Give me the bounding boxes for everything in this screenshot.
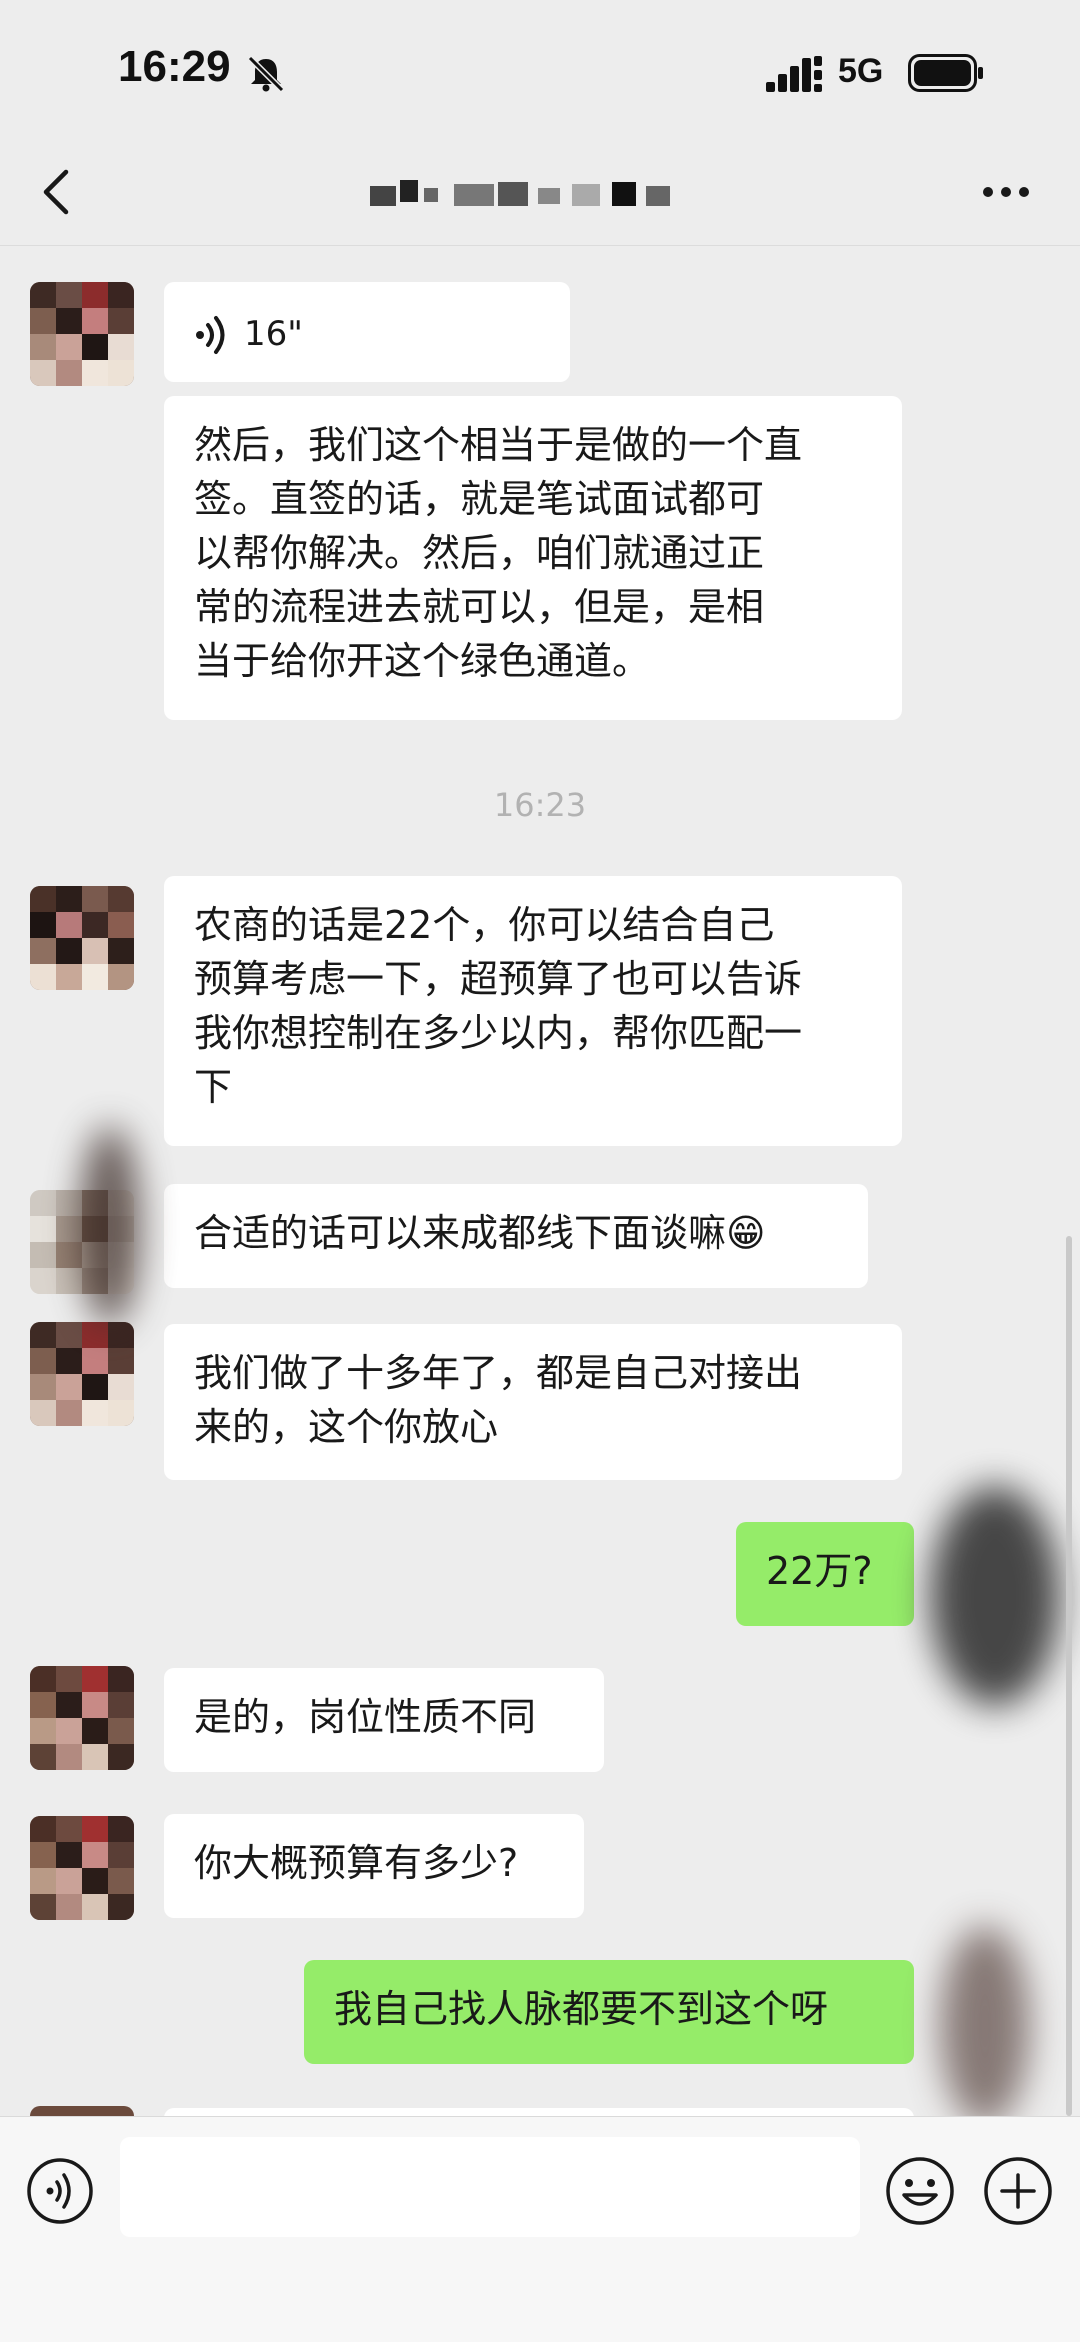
avatar[interactable] bbox=[30, 886, 134, 990]
avatar[interactable] bbox=[30, 282, 134, 386]
voice-duration: 16" bbox=[244, 314, 303, 354]
message-line: 合适的话可以来成都线下面谈嘛😁 bbox=[194, 1211, 766, 1255]
redaction-smudge bbox=[940, 1926, 1030, 2116]
message-line: 你大概预算有多少? bbox=[194, 1841, 519, 1885]
message-bubble[interactable] bbox=[164, 2108, 914, 2116]
redacted-title-mask bbox=[370, 180, 670, 206]
signal-icon bbox=[766, 56, 822, 92]
voice-wave-icon bbox=[196, 315, 225, 354]
avatar[interactable] bbox=[30, 1322, 134, 1426]
network-type: 5G bbox=[838, 52, 884, 90]
message-input[interactable] bbox=[120, 2137, 860, 2237]
message-line: 当于给你开这个绿色通道。 bbox=[194, 639, 651, 683]
message-line: 然后，我们这个相当于是做的一个直 bbox=[194, 423, 803, 467]
message-line: 22万? bbox=[766, 1549, 873, 1593]
status-time: 16:29 bbox=[118, 42, 231, 91]
avatar[interactable] bbox=[30, 1816, 134, 1920]
more-icon[interactable] bbox=[980, 180, 1032, 204]
message-bubble[interactable]: 是的，岗位性质不同 bbox=[164, 1668, 604, 1772]
outgoing-message-bubble[interactable]: 我自己找人脉都要不到这个呀 bbox=[304, 1960, 914, 2064]
voice-input-icon[interactable] bbox=[26, 2157, 94, 2225]
message-line: 来的，这个你放心 bbox=[194, 1405, 499, 1449]
message-bubble[interactable]: 合适的话可以来成都线下面谈嘛😁 bbox=[164, 1184, 868, 1288]
battery-icon bbox=[908, 54, 983, 92]
redaction-smudge bbox=[930, 1486, 1060, 1706]
message-line: 下 bbox=[194, 1065, 233, 1109]
message-line: 是的，岗位性质不同 bbox=[194, 1695, 537, 1739]
message-line: 预算考虑一下，超预算了也可以告诉 bbox=[194, 957, 803, 1001]
message-bubble[interactable]: 然后，我们这个相当于是做的一个直 签。直签的话，就是笔试面试都可 以帮你解决。然… bbox=[164, 396, 902, 720]
message-line: 我们做了十多年了，都是自己对接出 bbox=[194, 1351, 803, 1395]
outgoing-message-bubble[interactable]: 22万? bbox=[736, 1522, 914, 1626]
message-line: 以帮你解决。然后，咱们就通过正 bbox=[194, 531, 765, 575]
avatar[interactable] bbox=[30, 2106, 134, 2116]
message-line: 我你想控制在多少以内，帮你匹配一 bbox=[194, 1011, 803, 1055]
redaction-smudge bbox=[80, 1126, 140, 1326]
emoji-icon[interactable] bbox=[884, 2155, 956, 2227]
message-bubble[interactable]: 农商的话是22个，你可以结合自己 预算考虑一下，超预算了也可以告诉 我你想控制在… bbox=[164, 876, 902, 1146]
back-icon[interactable] bbox=[36, 162, 76, 222]
nav-bar bbox=[0, 140, 1080, 246]
input-bar bbox=[0, 2116, 1080, 2342]
message-line: 农商的话是22个，你可以结合自己 bbox=[194, 903, 775, 947]
status-bar: 16:29 5G bbox=[0, 0, 1080, 140]
plus-icon[interactable] bbox=[982, 2155, 1054, 2227]
chat-message-list[interactable]: 16" 然后，我们这个相当于是做的一个直 签。直签的话，就是笔试面试都可 以帮你… bbox=[0, 246, 1080, 2116]
avatar[interactable] bbox=[30, 1666, 134, 1770]
message-line: 我自己找人脉都要不到这个呀 bbox=[334, 1987, 829, 2031]
message-timestamp: 16:23 bbox=[493, 786, 587, 824]
scrollbar[interactable] bbox=[1066, 1236, 1072, 2116]
bell-muted-icon bbox=[247, 55, 285, 93]
message-bubble[interactable]: 你大概预算有多少? bbox=[164, 1814, 584, 1918]
message-line: 常的流程进去就可以，但是，是相 bbox=[194, 585, 765, 629]
message-bubble[interactable]: 我们做了十多年了，都是自己对接出 来的，这个你放心 bbox=[164, 1324, 902, 1480]
message-line: 签。直签的话，就是笔试面试都可 bbox=[194, 477, 765, 521]
voice-message-bubble[interactable]: 16" bbox=[164, 282, 570, 382]
